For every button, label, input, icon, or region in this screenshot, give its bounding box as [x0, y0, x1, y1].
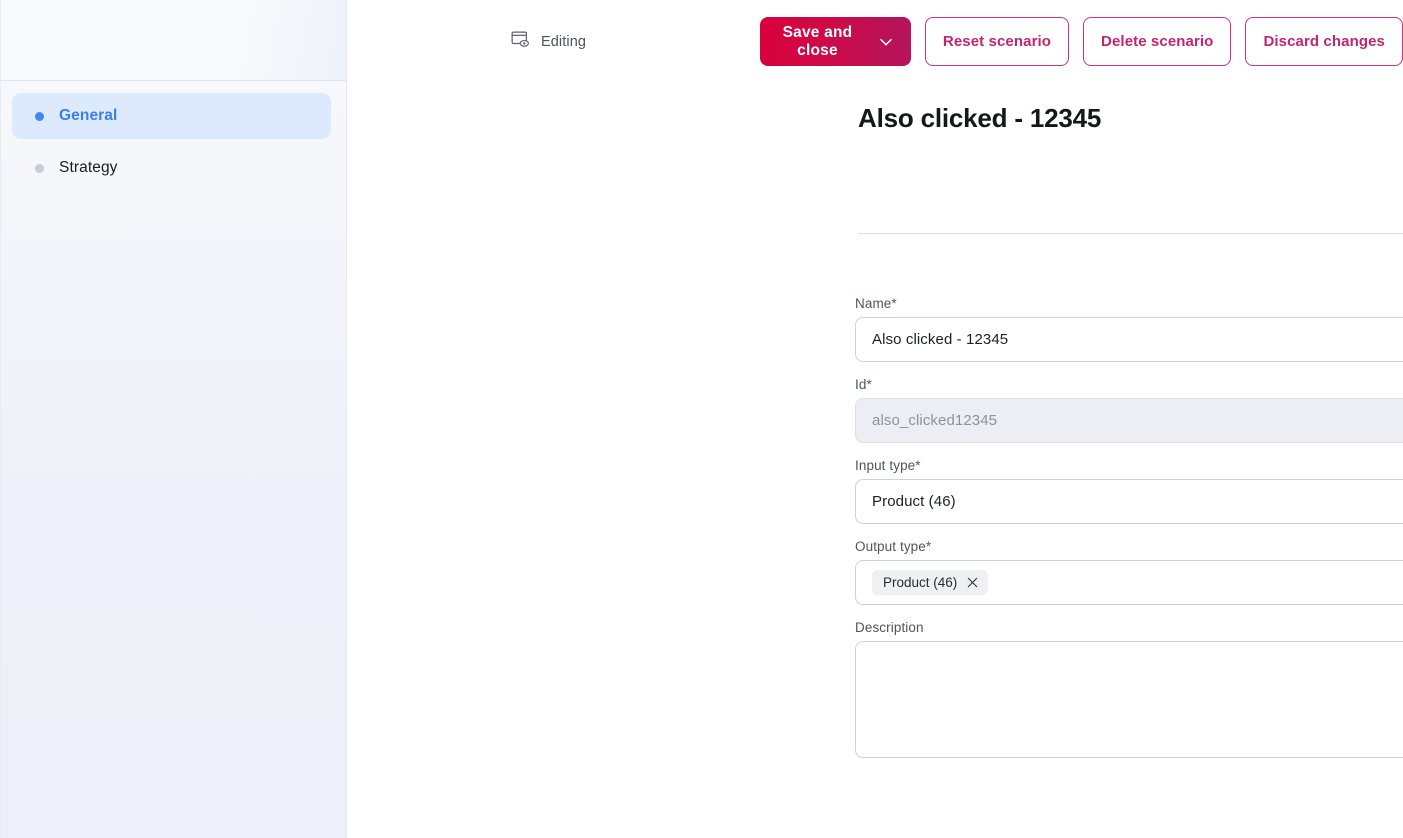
sidebar: General Strategy — [0, 0, 347, 838]
output-type-chip[interactable]: Product (46) — [872, 570, 988, 595]
field-description: Description — [855, 620, 1403, 758]
id-input-value: also_clicked12345 — [872, 412, 997, 429]
sidebar-item-label: Strategy — [59, 159, 118, 177]
main-content: Editing Save and close Reset scenario De… — [347, 0, 1403, 838]
discard-changes-button[interactable]: Discard changes — [1245, 17, 1403, 66]
output-type-chip-label: Product (46) — [883, 575, 957, 590]
delete-scenario-button[interactable]: Delete scenario — [1083, 17, 1231, 66]
name-input-value: Also clicked - 12345 — [872, 331, 1008, 348]
id-input: also_clicked12345 — [855, 398, 1403, 443]
page-title: Also clicked - 12345 — [858, 103, 1101, 134]
output-type-multiselect[interactable]: Product (46) — [855, 560, 1403, 605]
field-name-label: Name* — [855, 296, 1403, 311]
field-id-label: Id* — [855, 377, 1403, 392]
editing-status[interactable]: Editing — [511, 27, 586, 57]
name-input[interactable]: Also clicked - 12345 — [855, 317, 1403, 362]
sidebar-item-general[interactable]: General — [12, 93, 331, 139]
toolbar-actions: Save and close Reset scenario Delete sce… — [760, 17, 1403, 66]
sidebar-item-strategy[interactable]: Strategy — [12, 145, 331, 191]
general-settings-form: Name* Also clicked - 12345 Id* also_clic… — [855, 296, 1403, 773]
save-and-close-button[interactable]: Save and close — [760, 17, 911, 66]
save-and-close-label: Save and close — [782, 24, 853, 60]
sidebar-item-label: General — [59, 107, 117, 125]
field-output-type: Output type* Product (46) — [855, 539, 1403, 605]
section-divider — [858, 233, 1403, 234]
bullet-dot-icon — [35, 112, 44, 121]
field-id: Id* also_clicked12345 — [855, 377, 1403, 443]
sidebar-nav: General Strategy — [1, 81, 346, 838]
field-input-type-label: Input type* — [855, 458, 1403, 473]
close-icon[interactable] — [966, 576, 979, 589]
bullet-dot-icon — [35, 164, 44, 173]
scenario-editor-screen: General Strategy Editing — [0, 0, 1403, 838]
editing-status-label: Editing — [541, 34, 586, 50]
description-textarea[interactable] — [855, 641, 1403, 758]
chevron-down-icon[interactable] — [877, 31, 895, 53]
sidebar-header — [1, 0, 346, 81]
toolbar: Editing Save and close Reset scenario De… — [511, 17, 1403, 67]
input-type-select[interactable]: Product (46) — [855, 479, 1403, 524]
window-preview-icon — [511, 30, 530, 54]
field-input-type: Input type* Product (46) — [855, 458, 1403, 524]
field-name: Name* Also clicked - 12345 — [855, 296, 1403, 362]
input-type-select-value: Product (46) — [872, 493, 956, 510]
field-description-label: Description — [855, 620, 1403, 635]
field-output-type-label: Output type* — [855, 539, 1403, 554]
reset-scenario-button[interactable]: Reset scenario — [925, 17, 1069, 66]
